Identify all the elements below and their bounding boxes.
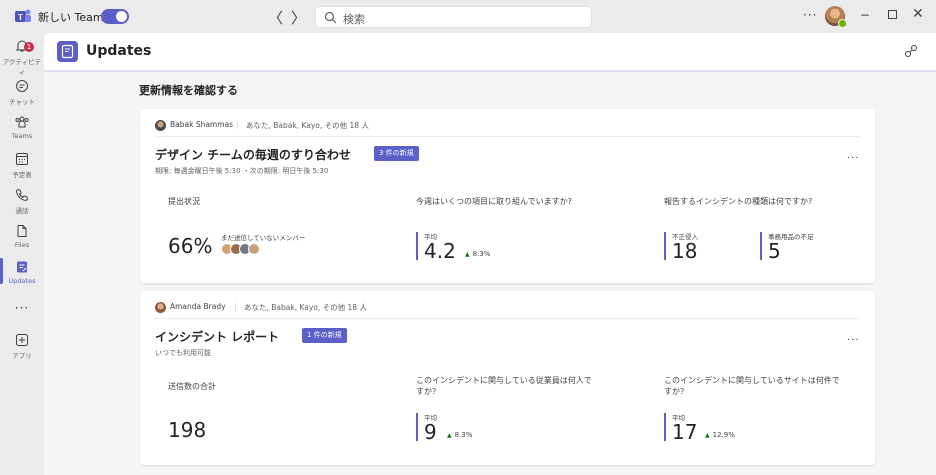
metric-value: 18 [672,239,698,263]
new-teams-toggle[interactable] [101,9,129,24]
metric-value: 4.2 [424,239,456,263]
teams-icon [15,116,29,128]
more-options-button[interactable]: ··· [803,8,817,22]
activity-badge: 1 [24,42,34,52]
new-count-badge: 3 件の新規 [374,146,419,161]
trend-up-icon: ▲ [705,432,710,439]
rail-item-calendar[interactable]: 予定表 [0,150,44,184]
trend-up-icon: ▲ [447,432,452,439]
toggle-knob [116,11,127,22]
card-availability: いつでも利用可能 [155,349,211,357]
teams-logo-icon: T [15,9,31,22]
page-title: Updates [86,43,152,59]
rail-item-chat[interactable]: チャット [0,77,44,111]
metric-accent-bar [416,232,418,260]
section-title: 更新情報を確認する [139,84,238,97]
card-author: Amanda Brady [170,302,226,311]
metric-accent-bar [760,232,762,260]
rail-item-label: アプリ [12,352,32,360]
metric-trend: ▲ 8.3% [447,431,472,439]
updates-icon [17,261,27,273]
rail-item-teams[interactable]: Teams [0,113,44,147]
rail-item-activity[interactable]: 1 アクティビティ [0,37,44,76]
minimize-button[interactable]: − [860,8,870,22]
metric-label: 今週はいくつの項目に取り組んでいますか? [416,197,572,206]
card-recipients: あなた, Babak, Kayo, その他 18 人 [246,121,369,130]
submission-rate-value: 66% [168,234,213,258]
rail-item-apps[interactable]: アプリ [0,331,44,365]
metric-trend: ▲ 8.3% [465,250,490,258]
link-icon[interactable] [904,44,918,58]
metric-label: 報告するインシデントの種類は何ですか? [664,197,813,206]
card-recipients: あなた, Babak, Kayo, その他 18 人 [244,303,367,312]
rail-item-label: Updates [8,277,36,285]
trend-value: 8.3% [454,431,473,439]
rail-item-updates[interactable]: Updates [0,258,44,292]
card-divider [155,136,860,137]
svg-text:T: T [18,13,23,22]
metric-accent-bar [664,413,666,441]
app-rail: 1 アクティビティ チャット Teams 予定表 通話 Files Update… [0,33,44,475]
metric-value: 5 [768,239,781,263]
metric-label: このインシデントに関与している従業員は何人ですか? [416,376,592,396]
header-underline [44,70,936,72]
rail-more-apps-button[interactable]: ··· [0,301,44,315]
separator: | [234,302,237,311]
rail-item-label: Teams [11,132,33,140]
metric-trend: ▲ 12.9% [705,431,735,439]
author-avatar [155,302,166,313]
card-title: インシデント レポート [155,330,280,344]
rail-item-label: チャット [9,98,35,106]
new-count-badge: 1 件の新規 [302,328,347,343]
maximize-button[interactable] [888,10,897,19]
rail-item-label: 通話 [15,207,29,215]
metric-label: このインシデントに関与しているサイトは何件ですか? [664,376,840,396]
presence-available-icon [838,19,847,28]
metric-accent-bar [416,413,418,441]
search-box[interactable]: 検索 [315,6,592,28]
author-avatar [155,120,166,131]
update-card[interactable]: Amanda Brady | あなた, Babak, Kayo, その他 18 … [140,291,875,465]
add-app-icon [16,334,28,346]
card-title: デザイン チームの毎週のすり合わせ [155,148,351,162]
forward-button[interactable]: 〉 [291,7,306,28]
pending-avatars[interactable] [221,243,271,255]
chat-icon [16,80,28,92]
total-submissions-value: 198 [168,418,207,442]
card-schedule: 期限: 毎週金曜日午後 5:30 ・次の期限: 明日午後 5:30 [155,167,329,175]
close-window-button[interactable]: ✕ [912,6,924,22]
card-more-button[interactable]: ··· [847,335,860,346]
main-content: Updates 更新情報を確認する Babak Shammas | あなた, B… [44,33,936,475]
metric-accent-bar [664,232,666,260]
title-bar: T 新しい Teams 〈 〉 検索 ··· − ✕ [0,0,936,33]
app-name: 新しい Teams [38,11,110,24]
rail-item-label: アクティビティ [2,58,42,76]
rail-item-calls[interactable]: 通話 [0,186,44,220]
file-icon [17,225,27,237]
updates-app-icon [57,41,78,62]
update-card[interactable]: Babak Shammas | あなた, Babak, Kayo, その他 18… [140,109,875,283]
avatar [248,243,260,255]
metric-value: 17 [672,420,698,444]
search-icon [324,11,337,24]
trend-up-icon: ▲ [465,251,470,258]
back-button[interactable]: 〈 [268,7,283,28]
card-divider [155,318,860,319]
phone-icon [15,188,29,202]
metric-label: 送信数の合計 [168,382,216,391]
trend-value: 8.3% [472,250,491,258]
app-header: Updates [44,33,936,72]
metric-value: 9 [424,420,437,444]
trend-value: 12.9% [712,431,735,439]
card-more-button[interactable]: ··· [847,153,860,164]
metric-label: 提出状況 [168,197,200,206]
rail-item-label: Files [14,241,30,249]
pending-members-label: まだ送信していないメンバー [221,234,306,242]
rail-item-label: 予定表 [12,171,32,179]
calendar-icon [16,153,28,165]
search-placeholder: 検索 [343,13,365,26]
card-author: Babak Shammas [170,120,234,129]
separator: | [236,120,239,129]
rail-item-files[interactable]: Files [0,222,44,256]
